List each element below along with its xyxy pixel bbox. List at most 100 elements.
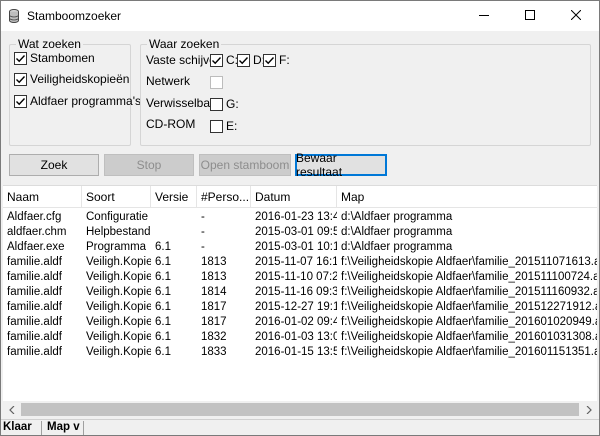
bewaar-resultaat-button[interactable]: Bewaar resultaat bbox=[295, 151, 387, 179]
drive-c-checkbox[interactable] bbox=[210, 53, 223, 67]
table-cell: 1813 bbox=[201, 256, 227, 268]
column-header-map[interactable]: Map bbox=[337, 186, 597, 208]
table-cell: 6.1 bbox=[155, 271, 171, 283]
stambomen-checkbox[interactable] bbox=[14, 51, 27, 65]
table-cell: 6.1 bbox=[155, 241, 171, 253]
table-cell: familie.aldf bbox=[7, 271, 62, 283]
table-row[interactable]: familie.aldf Veiligh.Kopie 6.1 1833 2016-01-… bbox=[3, 345, 597, 360]
waar-zoeken-title: Waar zoeken bbox=[147, 37, 222, 51]
veiligheidskopieen-checkbox-row[interactable]: Veiligheidskopieën bbox=[14, 72, 129, 86]
table-cell: f:\Veiligheidskopie Aldfaer\familie_2016… bbox=[341, 331, 597, 343]
checkmark-icon bbox=[265, 56, 275, 64]
table-cell: 6.1 bbox=[155, 316, 171, 328]
table-row[interactable]: familie.aldf Veiligh.Kopie 6.1 1813 2015-11-… bbox=[3, 255, 597, 270]
table-cell: 1813 bbox=[201, 271, 227, 283]
table-row[interactable]: aldfaer.chm Helpbestand - 2015-03-01 09:55 d… bbox=[3, 225, 597, 240]
scroll-thumb[interactable] bbox=[21, 403, 579, 416]
maximize-button[interactable] bbox=[507, 1, 553, 31]
drive-f-label: F: bbox=[279, 53, 290, 67]
veiligheidskopieen-checkbox[interactable] bbox=[14, 72, 27, 86]
table-cell bbox=[151, 225, 197, 240]
table-cell: f:\Veiligheidskopie Aldfaer\familie_2015… bbox=[341, 256, 597, 268]
table-cell: 2015-03-01 10:10 bbox=[255, 241, 337, 253]
drive-g-checkbox[interactable] bbox=[210, 97, 223, 111]
table-cell: familie.aldf bbox=[7, 346, 62, 358]
open-stamboom-button[interactable]: Open stamboom bbox=[199, 154, 291, 176]
table-row[interactable]: familie.aldf Veiligh.Kopie 6.1 1817 2015-12-… bbox=[3, 300, 597, 315]
table-cell: 2016-01-03 13:08 bbox=[255, 331, 337, 343]
status-bar: Klaar Map v bbox=[1, 419, 599, 435]
drive-g-checkbox-row[interactable]: G: bbox=[210, 97, 239, 111]
drive-e-label: E: bbox=[226, 119, 238, 133]
table-cell: 1833 bbox=[201, 346, 227, 358]
table-cell: Veiligh.Kopie bbox=[86, 256, 151, 268]
drive-d-checkbox-row[interactable]: D: bbox=[237, 53, 265, 67]
table-row[interactable]: familie.aldf Veiligh.Kopie 6.1 1813 2015-11-… bbox=[3, 270, 597, 285]
checkmark-icon bbox=[212, 56, 222, 64]
scroll-right-button[interactable] bbox=[580, 401, 597, 418]
drive-e-checkbox-row[interactable]: E: bbox=[210, 119, 237, 133]
table-row[interactable]: familie.aldf Veiligh.Kopie 6.1 1814 2015-11-… bbox=[3, 285, 597, 300]
table-cell: familie.aldf bbox=[7, 301, 62, 313]
table-cell: Programma bbox=[86, 241, 147, 253]
column-header-personen[interactable]: #Perso... bbox=[197, 186, 251, 208]
zoek-button[interactable]: Zoek bbox=[9, 154, 99, 176]
minimize-button[interactable] bbox=[461, 1, 507, 31]
status-text: Klaar bbox=[3, 421, 32, 433]
stambomen-checkbox-row[interactable]: Stambomen bbox=[14, 51, 95, 65]
table-cell: familie.aldf bbox=[7, 256, 62, 268]
scroll-left-button[interactable] bbox=[3, 401, 20, 418]
title-bar[interactable]: Stamboomzoeker bbox=[1, 1, 599, 31]
table-cell: 2015-11-10 07:24 bbox=[255, 271, 337, 283]
stop-button[interactable]: Stop bbox=[104, 154, 194, 176]
drive-e-checkbox[interactable] bbox=[210, 119, 223, 133]
table-row[interactable]: familie.aldf Veiligh.Kopie 6.1 1817 2016-01-… bbox=[3, 315, 597, 330]
checkmark-icon bbox=[16, 97, 26, 105]
table-cell: - bbox=[201, 226, 205, 238]
drive-f-checkbox-row[interactable]: F: bbox=[263, 53, 290, 67]
netwerk-checkbox[interactable] bbox=[210, 76, 223, 89]
status-separator bbox=[41, 421, 42, 435]
table-cell: 6.1 bbox=[155, 301, 171, 313]
table-cell: aldfaer.chm bbox=[7, 226, 67, 238]
column-header-soort[interactable]: Soort bbox=[82, 186, 151, 208]
table-cell: 1817 bbox=[201, 316, 227, 328]
drive-c-checkbox-row[interactable]: C: bbox=[210, 53, 238, 67]
veiligheidskopieen-label: Veiligheidskopieën bbox=[30, 72, 130, 86]
table-cell: Veiligh.Kopie bbox=[86, 331, 151, 343]
table-cell: Veiligh.Kopie bbox=[86, 271, 151, 283]
drive-g-label: G: bbox=[226, 97, 239, 111]
table-cell: Veiligh.Kopie bbox=[86, 346, 151, 358]
wat-zoeken-title: Wat zoeken bbox=[16, 37, 83, 51]
checkmark-icon bbox=[239, 56, 249, 64]
table-cell: familie.aldf bbox=[7, 286, 62, 298]
table-cell: Veiligh.Kopie bbox=[86, 286, 151, 298]
drive-f-checkbox[interactable] bbox=[263, 53, 276, 67]
table-cell: - bbox=[201, 241, 205, 253]
app-window: Stamboomzoeker Wat zoeken Stambomen Veil… bbox=[0, 0, 600, 436]
table-cell: 2016-01-15 13:51 bbox=[255, 346, 337, 358]
column-header-naam[interactable]: Naam bbox=[3, 186, 82, 208]
table-cell: Veiligh.Kopie bbox=[86, 316, 151, 328]
minimize-icon bbox=[479, 9, 489, 23]
column-header-versie[interactable]: Versie bbox=[151, 186, 197, 208]
table-cell: f:\Veiligheidskopie Aldfaer\familie_2015… bbox=[341, 286, 597, 298]
table-row[interactable]: Aldfaer.exe Programma 6.1 - 2015-03-01 10:10… bbox=[3, 240, 597, 255]
results-list[interactable]: Naam Soort Versie #Perso... Datum Map Al… bbox=[3, 185, 597, 415]
status-map: Map v bbox=[47, 421, 80, 433]
table-cell: familie.aldf bbox=[7, 316, 62, 328]
table-cell: d:\Aldfaer programma bbox=[341, 241, 453, 253]
table-cell: 1832 bbox=[201, 331, 227, 343]
drive-d-checkbox[interactable] bbox=[237, 53, 250, 67]
table-cell: 6.1 bbox=[155, 256, 171, 268]
chevron-right-icon bbox=[586, 405, 592, 414]
horizontal-scrollbar[interactable] bbox=[3, 401, 597, 418]
table-row[interactable]: Aldfaer.cfg Configuratie - 2016-01-23 13:48… bbox=[3, 210, 597, 225]
aldfaer-programmas-checkbox[interactable] bbox=[14, 94, 27, 108]
aldfaer-programmas-label: Aldfaer programma's bbox=[30, 94, 141, 108]
close-button[interactable] bbox=[553, 1, 599, 31]
table-cell: 1817 bbox=[201, 301, 227, 313]
column-header-datum[interactable]: Datum bbox=[251, 186, 337, 208]
table-row[interactable]: familie.aldf Veiligh.Kopie 6.1 1832 2016-01-… bbox=[3, 330, 597, 345]
aldfaer-programmas-checkbox-row[interactable]: Aldfaer programma's bbox=[14, 94, 141, 108]
